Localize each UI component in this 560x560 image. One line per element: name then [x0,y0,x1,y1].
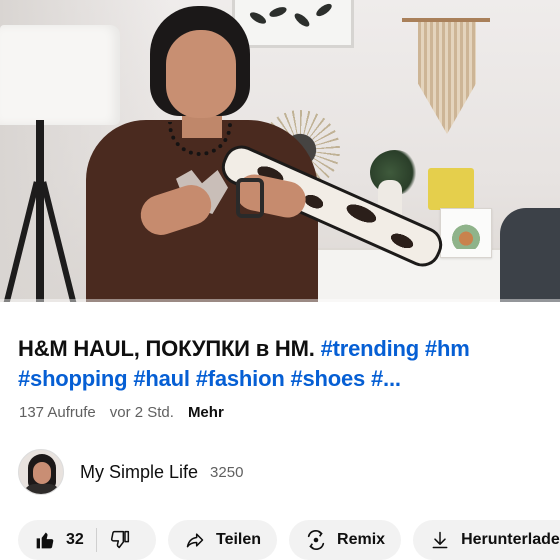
channel-row[interactable]: My Simple Life 3250 [18,448,243,496]
download-label: Herunterladen [461,531,560,548]
video-info-panel: H&M HAUL, ПОКУПКИ в НМ. #trending #hm #s… [0,302,560,560]
view-count: 137 Aufrufe [19,404,96,421]
macrame-rod [402,18,490,22]
action-bar: 32 Teilen Remix Herunterladen [18,520,560,560]
video-meta[interactable]: 137 Aufrufe vor 2 Std. Mehr [19,404,224,421]
like-dislike-button[interactable]: 32 [18,520,156,560]
wall-picture-frame [232,0,354,48]
like-count: 32 [66,531,84,548]
floor-lamp-pole [36,120,44,302]
download-icon [429,529,451,551]
video-title[interactable]: H&M HAUL, ПОКУПКИ в НМ. #trending #hm #s… [18,334,546,394]
floor-lamp-shade [0,25,120,125]
share-arrow-icon [184,529,206,551]
remix-label: Remix [337,531,386,548]
like-divider [95,528,97,552]
yellow-lamp [428,168,474,210]
download-button[interactable]: Herunterladen [413,520,560,560]
share-button[interactable]: Teilen [168,520,278,560]
desk-calendar [440,208,492,258]
remix-icon [305,529,327,551]
thumbs-up-icon[interactable] [34,529,56,551]
video-player[interactable] [0,0,560,302]
more-button[interactable]: Mehr [188,404,224,421]
avatar[interactable] [18,449,64,495]
person-face [166,30,236,118]
remix-button[interactable]: Remix [289,520,402,560]
subscriber-count: 3250 [210,463,244,481]
belt-buckle [236,178,264,218]
share-label: Teilen [216,531,262,548]
thumbs-down-icon[interactable] [109,529,131,551]
upload-age: vor 2 Std. [109,404,174,421]
chair [500,208,560,302]
video-title-text: H&M HAUL, ПОКУПКИ в НМ. [18,336,321,361]
channel-name[interactable]: My Simple Life [80,462,198,483]
macrame-wall-hanging [418,22,476,134]
